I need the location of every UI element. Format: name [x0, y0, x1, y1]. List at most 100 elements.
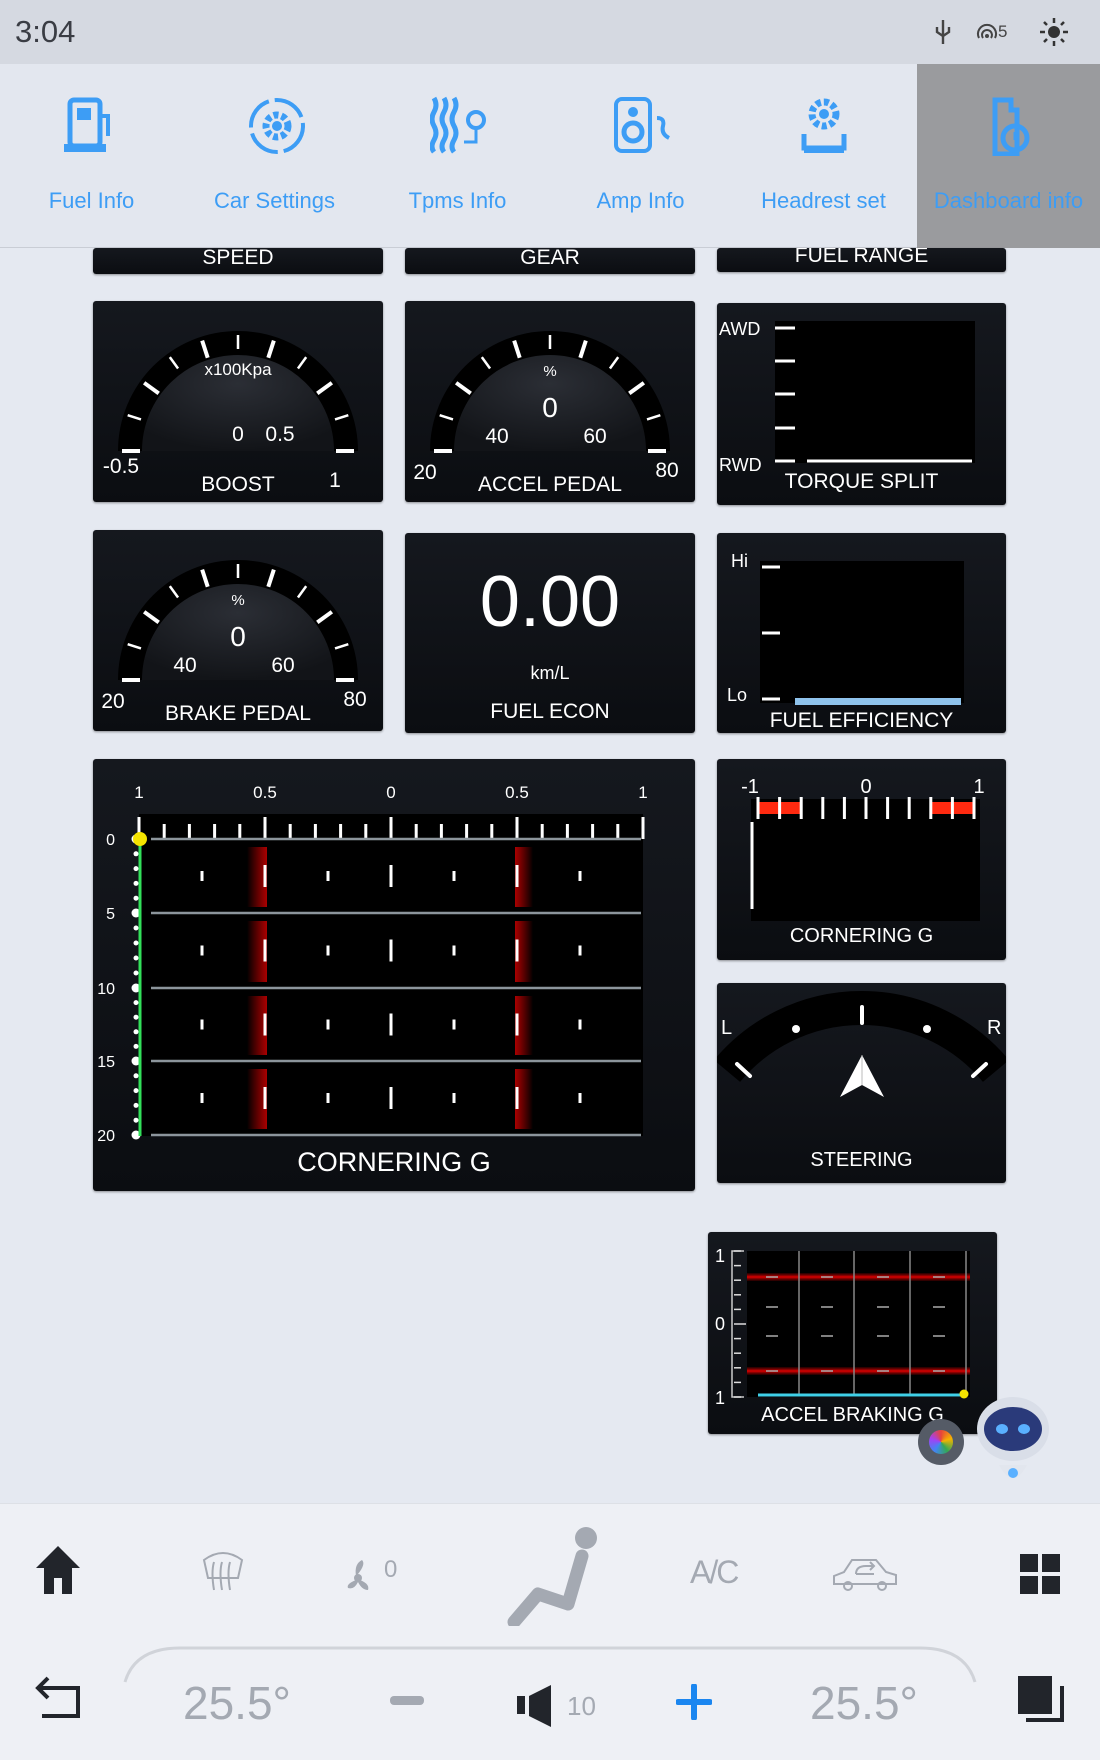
y-tick-label: 20	[97, 1128, 115, 1145]
hi-label: Hi	[731, 551, 748, 571]
nav-label: Dashboard info	[933, 188, 1084, 213]
gauge-tick	[436, 449, 452, 453]
volume-level: 10	[567, 1691, 596, 1721]
gauge-label: -0.5	[103, 455, 139, 478]
gauge-label: 20	[101, 690, 124, 713]
cornering-g-chart: 1 0.5 0 0.5 1 0 5 10 15 20 CORNERING G	[93, 759, 695, 1191]
accel-pedal-gauge: 020406080100%0ACCEL PEDAL	[405, 301, 695, 502]
card-title: TORQUE SPLIT	[784, 470, 939, 493]
home-icon[interactable]	[34, 1544, 82, 1596]
seat-icon[interactable]	[500, 1526, 606, 1626]
g-current-dot	[959, 1389, 969, 1399]
y-minor-dot	[133, 880, 139, 886]
gauge-label: 40	[173, 654, 196, 677]
volume-up-button[interactable]	[676, 1684, 712, 1720]
volume-down-button[interactable]	[390, 1696, 424, 1705]
meter-label: -1	[741, 776, 759, 798]
y-minor-dot	[133, 940, 139, 946]
y-minor-dot	[133, 1117, 139, 1123]
nav-car-settings[interactable]: Car Settings	[183, 64, 366, 248]
x-tick-label: 0	[386, 783, 395, 802]
y-minor-dot	[133, 925, 139, 931]
fuel-econ-value: 0.00	[479, 562, 621, 642]
y-minor-dot	[133, 970, 139, 976]
speaker-icon	[614, 97, 670, 153]
fuel-econ-card: 0.00 km/L FUEL ECON	[405, 533, 695, 733]
gauge-label: 1	[329, 469, 341, 492]
status-bar: 3:04 5	[0, 0, 1100, 64]
air-recirculation-icon[interactable]	[832, 1556, 898, 1592]
brightness-icon[interactable]	[1038, 16, 1070, 48]
nav-dashboard-info[interactable]: Dashboard info	[917, 64, 1100, 248]
nav-label: Amp Info	[596, 188, 685, 213]
gauge-unit: %	[543, 363, 556, 380]
gauge-label: 20	[413, 461, 436, 484]
card-title: SPEED	[202, 248, 274, 269]
fuel-pump-icon	[64, 97, 110, 152]
card-title: FUEL EFFICIENCY	[769, 709, 954, 732]
y-tick-label: 5	[106, 906, 115, 923]
g-current-dot	[133, 832, 147, 846]
gauge-tick	[124, 678, 140, 682]
assistant-robot-icon[interactable]	[975, 1395, 1051, 1495]
right-label: R	[987, 1017, 1002, 1039]
gauge-tick	[124, 449, 140, 453]
scale-label: 0	[715, 1314, 725, 1334]
torque-split-card: AWD RWD TORQUE SPLIT	[717, 303, 1006, 505]
left-label: L	[721, 1017, 733, 1039]
y-minor-dot	[133, 1000, 139, 1006]
temp-right[interactable]: 25.5°	[810, 1676, 918, 1730]
bottom-bar: 0 A/C 25.5° 10 25.5°	[0, 1503, 1100, 1760]
card-title: GEAR	[520, 248, 580, 269]
gauge-tick	[336, 449, 352, 453]
nav-amp-info[interactable]: Amp Info	[549, 64, 732, 248]
ac-button[interactable]: A/C	[690, 1554, 739, 1591]
y-tick-label: 0	[106, 832, 115, 849]
usb-icon	[935, 20, 951, 44]
fuel-econ-unit: km/L	[530, 663, 570, 683]
gauge-label: 60	[583, 425, 606, 448]
meter-label: 1	[973, 776, 984, 798]
hotspot-count: 5	[998, 22, 1008, 41]
nav-label: Fuel Info	[48, 188, 135, 213]
fuel-efficiency-plot	[760, 561, 964, 705]
fuel-efficiency-card: Hi Lo FUEL EFFICIENCY	[717, 533, 1006, 733]
app-shortcut-button[interactable]	[918, 1419, 964, 1465]
temp-left[interactable]: 25.5°	[183, 1676, 291, 1730]
recent-apps-icon[interactable]	[1016, 1674, 1066, 1724]
y-minor-dot	[133, 1102, 139, 1108]
y-minor-dot	[133, 955, 139, 961]
gauge-label: 0	[232, 423, 244, 446]
cornering-g-meter: -1 0 1 CORNERING G	[717, 759, 1006, 960]
x-tick-label: 0.5	[505, 783, 529, 802]
fan-icon[interactable]	[344, 1556, 374, 1590]
lo-label: Lo	[727, 685, 748, 705]
gauge-unit: x100Kpa	[204, 360, 272, 379]
x-tick-label: 1	[638, 783, 647, 802]
nav-tpms-info[interactable]: Tpms Info	[366, 64, 549, 248]
back-icon[interactable]	[34, 1674, 84, 1720]
gauge-tick	[648, 449, 664, 453]
gauge-value: 0	[542, 392, 558, 423]
card-title: STEERING	[810, 1149, 913, 1171]
awd-label: AWD	[719, 319, 761, 339]
gauge-title: ACCEL PEDAL	[478, 473, 622, 496]
card-title: CORNERING G	[789, 925, 934, 947]
fan-level: 0	[384, 1556, 398, 1583]
gear-icon	[249, 98, 305, 154]
apps-grid-icon[interactable]	[1018, 1552, 1064, 1596]
nav-headrest-set[interactable]: Headrest set	[732, 64, 915, 248]
nav-label: Tpms Info	[408, 188, 507, 213]
nav-fuel-info[interactable]: Fuel Info	[0, 64, 183, 248]
gauge-label: 80	[655, 459, 678, 482]
rear-defrost-icon[interactable]	[200, 1548, 246, 1594]
fuel-range-card: FUEL RANGE	[717, 248, 1006, 272]
y-minor-dot	[133, 1043, 139, 1049]
nav-label: Car Settings	[213, 188, 336, 213]
card-title: FUEL RANGE	[794, 248, 929, 267]
meter-label: 0	[860, 776, 871, 798]
y-minor-dot	[133, 1014, 139, 1020]
volume-icon	[517, 1685, 551, 1727]
hotspot-icon	[977, 23, 997, 39]
top-nav: Fuel Info Car Settings Tpms Info Amp Inf…	[0, 64, 1100, 248]
